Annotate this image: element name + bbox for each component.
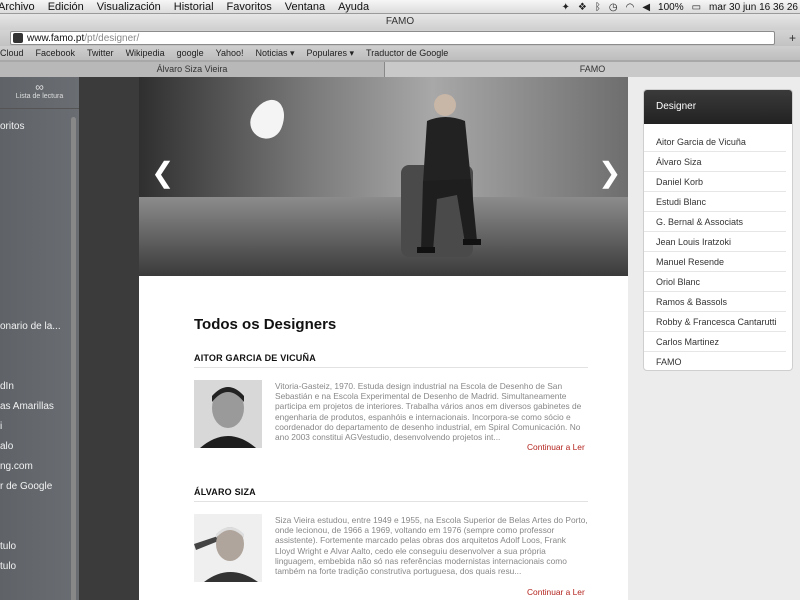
reading-list-item[interactable]: r de Google xyxy=(0,481,75,492)
divider xyxy=(194,501,588,502)
reading-list-button[interactable]: ∞ Lista de lectura xyxy=(0,77,79,109)
menu-ayuda[interactable]: Ayuda xyxy=(338,1,369,13)
designer-name[interactable]: AITOR GARCIA DE VICUÑA xyxy=(194,353,316,363)
page-title: Todos os Designers xyxy=(194,316,337,333)
bookmark-google[interactable]: google xyxy=(177,48,204,58)
url-host: www.famo.pt xyxy=(27,32,85,44)
designer-list-item[interactable]: Carlos Martinez xyxy=(644,332,786,352)
main-content: ❮ ❯ Todos os Designers AITOR GARCIA DE V… xyxy=(139,77,628,600)
designer-list-item[interactable]: Estudi Blanc xyxy=(644,192,786,212)
reading-list-item[interactable]: i xyxy=(0,421,75,432)
reading-list-item[interactable]: onario de la... xyxy=(0,321,75,332)
designer-list-item[interactable]: Oriol Blanc xyxy=(644,272,786,292)
menu-historial[interactable]: Historial xyxy=(174,1,214,13)
window-title: FAMO xyxy=(0,14,800,30)
menu-ventana[interactable]: Ventana xyxy=(285,1,325,13)
menu-archivo[interactable]: Archivo xyxy=(0,1,35,13)
designer-bio: Siza Vieira estudou, entre 1949 e 1955, … xyxy=(275,515,588,577)
designer-list-item[interactable]: Manuel Resende xyxy=(644,252,786,272)
designer-name[interactable]: ÁLVARO SIZA xyxy=(194,487,256,497)
panel-title: Designer xyxy=(644,90,792,124)
designer-bio: Vitoria-Gasteiz, 1970. Estuda design ind… xyxy=(275,381,582,443)
divider xyxy=(194,367,588,368)
hero-slider: ❮ ❯ xyxy=(139,77,628,276)
designer-list-item[interactable]: Robby & Francesca Cantarutti xyxy=(644,312,786,332)
content-gutter xyxy=(80,77,139,600)
hero-person xyxy=(417,94,481,253)
bookmark-populares[interactable]: Populares ▾ xyxy=(307,48,355,59)
reading-list-item[interactable]: oritos xyxy=(0,121,75,132)
tab-bar: Álvaro Siza Vieira FAMO xyxy=(0,60,800,77)
bluetooth-icon[interactable]: ᛒ xyxy=(595,2,601,13)
url-field[interactable]: www.famo.pt /pt/designer/ xyxy=(10,31,775,45)
sidebar-scrollbar[interactable] xyxy=(71,117,76,600)
bookmark-twitter[interactable]: Twitter xyxy=(87,48,114,58)
wifi-icon[interactable]: ◠ xyxy=(626,2,635,13)
designer-photo[interactable] xyxy=(194,380,262,448)
menu-edicion[interactable]: Edición xyxy=(48,1,84,13)
menu-bar: Archivo Edición Visualización Historial … xyxy=(0,0,800,14)
url-path: /pt/designer/ xyxy=(84,32,140,44)
designer-list-panel: Designer Aitor Garcia de Vicuña Álvaro Si… xyxy=(643,89,793,371)
slider-prev-icon[interactable]: ❮ xyxy=(151,159,174,187)
bookmark-facebook[interactable]: Facebook xyxy=(36,48,76,58)
bookmark-noticias[interactable]: Noticias ▾ xyxy=(255,48,294,59)
favicon xyxy=(13,33,23,43)
address-row: www.famo.pt /pt/designer/ + xyxy=(0,30,800,46)
reading-list-item[interactable]: tulo xyxy=(0,541,75,552)
hero-light-shape xyxy=(245,94,291,144)
hero-floor xyxy=(139,197,628,276)
designer-list-item[interactable]: Jean Louis Iratzoki xyxy=(644,232,786,252)
reading-list-item[interactable]: as Amarillas xyxy=(0,401,75,412)
volume-icon[interactable]: ◀ xyxy=(642,2,650,13)
battery-icon[interactable]: ▭ xyxy=(692,2,701,13)
designer-list-item[interactable]: Ramos & Bassols xyxy=(644,292,786,312)
reading-list-item[interactable]: alo xyxy=(0,441,75,452)
dropbox-icon[interactable]: ✦ xyxy=(561,2,569,13)
menu-favoritos[interactable]: Favoritos xyxy=(227,1,272,13)
bookmark-wikipedia[interactable]: Wikipedia xyxy=(126,48,165,58)
reading-list-item[interactable]: dIn xyxy=(0,381,75,392)
battery-percent[interactable]: 100% xyxy=(658,2,684,13)
bookmark-yahoo[interactable]: Yahoo! xyxy=(216,48,244,58)
designer-list-item[interactable]: Aitor Garcia de Vicuña xyxy=(644,132,786,152)
glasses-icon: ∞ xyxy=(35,80,44,94)
bookmarks-bar: iCloud Facebook Twitter Wikipedia google… xyxy=(0,46,800,60)
designer-photo[interactable] xyxy=(194,514,262,582)
clock[interactable]: mar 30 jun 16 36 26 xyxy=(709,2,798,13)
tab-alvaro-siza[interactable]: Álvaro Siza Vieira xyxy=(0,62,385,77)
menu-visualizacion[interactable]: Visualización xyxy=(97,1,161,13)
reading-list-item[interactable]: tulo xyxy=(0,561,75,572)
bookmark-traductor[interactable]: Traductor de Google xyxy=(366,48,448,58)
bookmark-icloud[interactable]: iCloud xyxy=(0,48,24,58)
time-machine-icon[interactable]: ◷ xyxy=(609,2,618,13)
read-more-link[interactable]: Continuar a Ler xyxy=(527,442,585,452)
designer-list: Aitor Garcia de Vicuña Álvaro Siza Daniel … xyxy=(644,124,792,370)
designer-list-item[interactable]: Álvaro Siza xyxy=(644,152,786,172)
status-area: ✦ ❖ ᛒ ◷ ◠ ◀ 100% ▭ mar 30 jun 16 36 26 xyxy=(561,0,800,14)
read-more-link[interactable]: Continuar a Ler xyxy=(527,587,585,597)
tab-famo[interactable]: FAMO xyxy=(385,62,800,77)
new-tab-icon[interactable]: + xyxy=(789,31,796,45)
designer-list-item[interactable]: Daniel Korb xyxy=(644,172,786,192)
designer-list-item[interactable]: G. Bernal & Associats xyxy=(644,212,786,232)
reading-list-label: Lista de lectura xyxy=(15,93,64,100)
slider-next-icon[interactable]: ❯ xyxy=(598,159,621,187)
designer-list-item[interactable]: FAMO xyxy=(644,352,786,370)
evernote-icon[interactable]: ❖ xyxy=(578,2,587,13)
reading-list-sidebar: ∞ Lista de lectura oritos onario de la...… xyxy=(0,77,80,600)
reading-list-item[interactable]: ng.com xyxy=(0,461,75,472)
